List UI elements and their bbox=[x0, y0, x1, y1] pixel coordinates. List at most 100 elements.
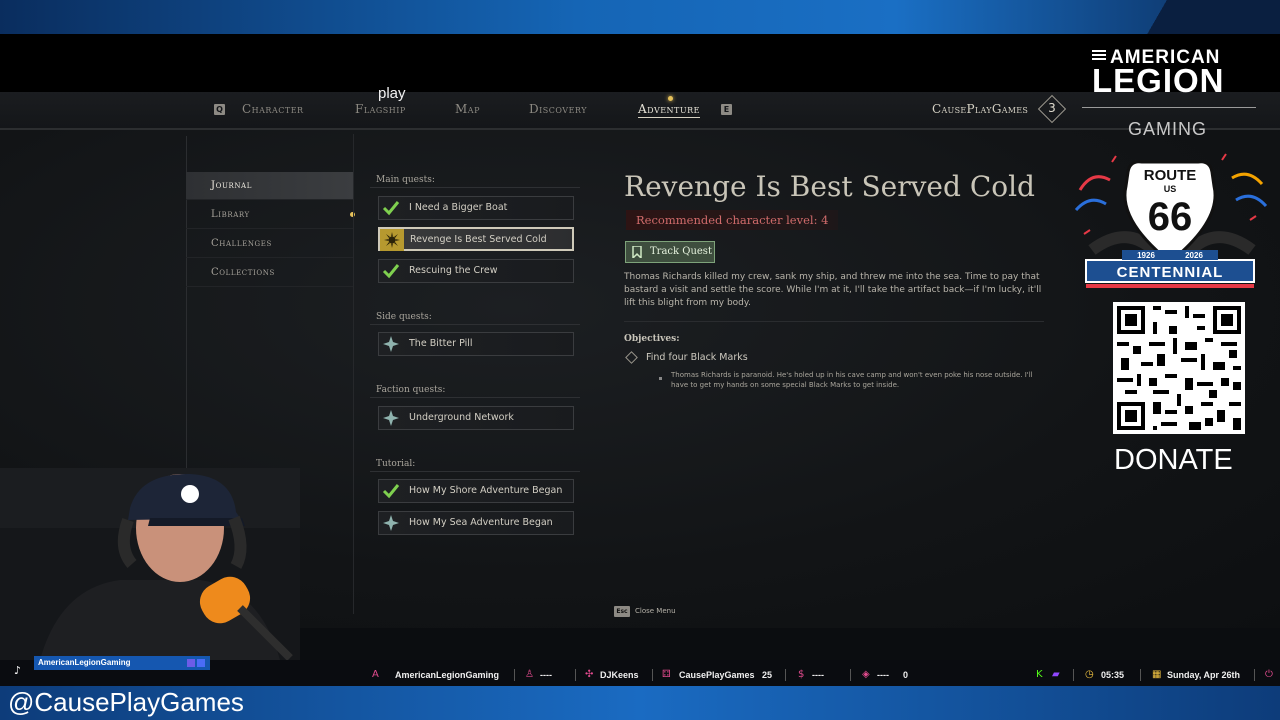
channel-name: AmericanLegionGaming bbox=[395, 670, 500, 680]
stream-top-black-band bbox=[0, 34, 1280, 92]
divider bbox=[1073, 669, 1074, 681]
tab-character[interactable]: Character bbox=[242, 102, 304, 116]
quest-revenge-is-best-served-cold[interactable]: Revenge Is Best Served Cold bbox=[378, 227, 574, 251]
menu-item-challenges[interactable]: Challenges bbox=[186, 230, 353, 258]
bits-count: 0 bbox=[903, 670, 909, 680]
calendar-icon: ▦ bbox=[1152, 669, 1162, 680]
divider bbox=[370, 187, 580, 188]
year-end: 2026 bbox=[1185, 251, 1203, 260]
divider bbox=[785, 669, 786, 681]
streamer-handle: @CausePlayGames bbox=[8, 687, 244, 717]
divider bbox=[850, 669, 851, 681]
streamer-webcam bbox=[0, 468, 300, 660]
dollar-icon: $ bbox=[798, 669, 805, 680]
track-quest-label: Track Quest bbox=[650, 246, 712, 257]
objective-detail: Thomas Richards is paranoid. He's holed … bbox=[671, 371, 1033, 389]
nameplate-square bbox=[187, 659, 195, 667]
objectives-label: Objectives: bbox=[624, 334, 680, 344]
twitch-icon: ▰ bbox=[1052, 669, 1060, 680]
bullet-icon bbox=[659, 377, 662, 380]
gift-icon: ⚃ bbox=[662, 669, 671, 680]
checkmark-icon bbox=[379, 480, 403, 502]
player-name: CausePlayGames bbox=[932, 102, 1029, 116]
menu-item-journal[interactable]: Journal bbox=[186, 172, 353, 200]
overlay-play-text: play bbox=[378, 85, 406, 102]
objective-text: Find four Black Marks bbox=[646, 352, 748, 363]
checkmark-icon bbox=[379, 197, 403, 219]
tab-adventure[interactable]: Adventure bbox=[638, 102, 700, 118]
compass-star-icon bbox=[379, 512, 403, 534]
route-number: 66 bbox=[1148, 195, 1193, 239]
red-stripe bbox=[1086, 284, 1254, 288]
tiktok-icon: ♪ bbox=[14, 664, 22, 677]
quest-title: Revenge Is Best Served Cold bbox=[624, 170, 1035, 203]
power-icon: ⏻ bbox=[1265, 669, 1273, 680]
route66-centennial-logo: ROUTE US 66 1926 2026 CENTENNIAL bbox=[1074, 153, 1268, 288]
gift-name: CausePlayGames bbox=[679, 670, 755, 680]
quest-how-my-shore-adventure-began[interactable]: How My Shore Adventure Began bbox=[378, 479, 574, 503]
checkmark-icon bbox=[379, 260, 403, 282]
objective-diamond-icon bbox=[625, 351, 638, 364]
quest-label: I Need a Bigger Boat bbox=[409, 202, 508, 213]
us-label: US bbox=[1164, 184, 1177, 194]
divider bbox=[370, 324, 580, 325]
donate-label: DONATE bbox=[1114, 444, 1233, 476]
tab-map[interactable]: Map bbox=[455, 102, 480, 116]
divider bbox=[1140, 669, 1141, 681]
divider bbox=[624, 321, 1044, 322]
quest-label: Rescuing the Crew bbox=[409, 265, 498, 276]
side-quests-label: Side quests: bbox=[376, 312, 432, 322]
tab-discovery[interactable]: Discovery bbox=[529, 102, 587, 116]
main-quests-label: Main quests: bbox=[376, 175, 435, 185]
gift-count: 25 bbox=[762, 670, 773, 680]
nav-right-key[interactable]: E bbox=[721, 104, 732, 115]
bookmark-icon bbox=[632, 246, 642, 258]
menu-item-library[interactable]: Library bbox=[186, 201, 353, 229]
column-divider bbox=[353, 134, 354, 614]
centennial-label: CENTENNIAL bbox=[1117, 264, 1224, 281]
quest-label: Revenge Is Best Served Cold bbox=[410, 234, 547, 245]
compass-star-icon bbox=[379, 407, 403, 429]
divider bbox=[652, 669, 653, 681]
esc-key[interactable]: Esc bbox=[614, 606, 630, 617]
close-menu-label: Close Menu bbox=[635, 607, 676, 615]
quest-rescuing-the-crew[interactable]: Rescuing the Crew bbox=[378, 259, 574, 283]
divider bbox=[514, 669, 515, 681]
quest-label: How My Sea Adventure Began bbox=[409, 517, 553, 528]
stream-top-band bbox=[0, 0, 1280, 34]
follower-icon: ♙ bbox=[525, 669, 534, 680]
nav-left-key[interactable]: Q bbox=[214, 104, 225, 115]
route-label: ROUTE bbox=[1144, 167, 1197, 184]
quest-underground-network[interactable]: Underground Network bbox=[378, 406, 574, 430]
journal-side-menu: Journal Library Challenges Collections bbox=[186, 136, 353, 536]
nameplate-square bbox=[197, 659, 205, 667]
cap-logo-icon bbox=[181, 485, 199, 503]
divider bbox=[370, 471, 580, 472]
recommended-level: Recommended character level: 4 bbox=[626, 210, 839, 230]
kick-icon: K bbox=[1036, 669, 1043, 680]
quest-label: Underground Network bbox=[409, 412, 514, 423]
menu-item-collections[interactable]: Collections bbox=[186, 259, 353, 287]
quest-i-need-a-bigger-boat[interactable]: I Need a Bigger Boat bbox=[378, 196, 574, 220]
sub-icon: ✣ bbox=[585, 669, 594, 680]
year-start: 1926 bbox=[1137, 251, 1155, 260]
compass-star-icon bbox=[379, 333, 403, 355]
track-quest-button[interactable]: Track Quest bbox=[625, 241, 715, 263]
donate-qr-code[interactable] bbox=[1113, 302, 1245, 434]
quest-description: Thomas Richards killed my crew, sank my … bbox=[624, 272, 1042, 308]
brand-gaming: GAMING bbox=[1128, 119, 1208, 139]
quest-the-bitter-pill[interactable]: The Bitter Pill bbox=[378, 332, 574, 356]
divider bbox=[1082, 107, 1256, 108]
latest-follower: ---- bbox=[540, 670, 552, 680]
stream-date: Sunday, Apr 26th bbox=[1167, 670, 1241, 680]
latest-bits: ---- bbox=[877, 670, 889, 680]
divider bbox=[575, 669, 576, 681]
clock-icon: ◷ bbox=[1085, 669, 1094, 680]
quest-label: How My Shore Adventure Began bbox=[409, 485, 563, 496]
quest-label: The Bitter Pill bbox=[409, 338, 473, 349]
quest-how-my-sea-adventure-began[interactable]: How My Sea Adventure Began bbox=[378, 511, 574, 535]
player-level: 3 bbox=[1048, 101, 1056, 115]
sun-emblem-icon bbox=[380, 229, 404, 251]
tutorial-label: Tutorial: bbox=[376, 459, 416, 469]
tab-flagship[interactable]: Flagship bbox=[355, 102, 406, 116]
